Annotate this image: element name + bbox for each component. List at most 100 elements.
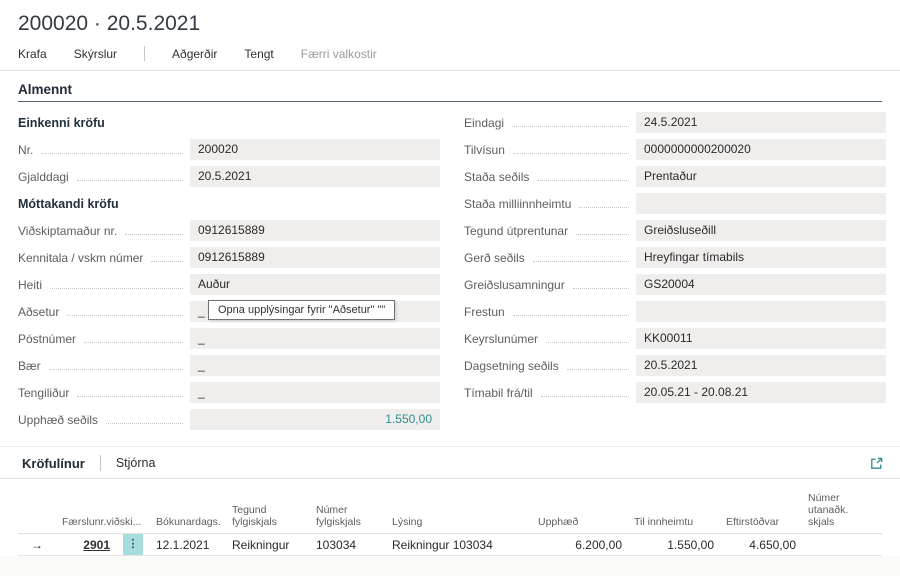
field-label: Staða seðils xyxy=(464,170,529,184)
section-heading-almennt[interactable]: Almennt xyxy=(18,82,882,102)
field-frestun: Frestun xyxy=(464,298,886,325)
greidslusamningur-input[interactable]: GS20004 xyxy=(636,274,886,295)
upphaed-sedils-value[interactable]: 1.550,00 xyxy=(190,409,440,430)
eindagi-input[interactable]: 24.5.2021 xyxy=(636,112,886,133)
field-label: Kennitala / vskm númer xyxy=(18,251,143,265)
dotted-leader xyxy=(49,369,183,370)
keyrslunumer-input[interactable]: KK00011 xyxy=(636,328,886,349)
menu-adgerdir[interactable]: Aðgerðir xyxy=(172,47,217,61)
row-options-icon[interactable]: ⋮ xyxy=(123,534,143,555)
dotted-leader xyxy=(512,126,629,127)
field-label: Tengiliður xyxy=(18,386,69,400)
dotted-leader xyxy=(41,153,183,154)
nr-input[interactable]: 200020 xyxy=(190,139,440,160)
field-label: Tegund útprentunar xyxy=(464,224,568,238)
dotted-leader xyxy=(567,369,629,370)
dotted-leader xyxy=(579,207,629,208)
gerd-sedils-input[interactable]: Hreyfingar tímabils xyxy=(636,247,886,268)
field-upphaed-sedils: Upphæð seðils 1.550,00 xyxy=(18,406,440,433)
field-timabil-fra-til: Tímabil frá/til 20.05.21 - 20.08.21 xyxy=(464,379,886,406)
field-label: Upphæð seðils xyxy=(18,413,98,427)
table-row: → 2901 ⋮ 12.1.2021 Reikningur 103034 Rei… xyxy=(18,534,882,556)
col-numer-fylgiskjals[interactable]: Númer fylgiskjals xyxy=(310,479,386,534)
col-eftirstodvar[interactable]: Eftirstöðvar xyxy=(720,479,802,534)
vidskiptamadur-input[interactable]: 0912615889 xyxy=(190,220,440,241)
dotted-leader xyxy=(537,180,629,181)
field-label: Gerð seðils xyxy=(464,251,525,265)
tilvisun-input[interactable]: 0000000000200020 xyxy=(636,139,886,160)
dotted-leader xyxy=(77,180,183,181)
field-label: Frestun xyxy=(464,305,505,319)
field-label: Greiðslusamningur xyxy=(464,278,565,292)
field-tooltip: Opna upplýsingar fyrir "Aðsetur" "" xyxy=(208,300,395,320)
dotted-leader xyxy=(573,288,629,289)
dotted-leader xyxy=(106,423,183,424)
frestun-input[interactable] xyxy=(636,301,886,322)
field-label: Staða milliinnheimtu xyxy=(464,197,571,211)
col-tegund-fylgiskjals[interactable]: Tegund fylgiskjals xyxy=(226,479,310,534)
col-til-innheimtu[interactable]: Til innheimtu xyxy=(628,479,720,534)
cell-eftirstodvar: 4.650,00 xyxy=(720,534,802,556)
lines-table: Færslunr.viðski... Bókunardags. Tegund f… xyxy=(18,479,882,556)
menu-krafa[interactable]: Krafa xyxy=(18,47,47,61)
field-eindagi: Eindagi 24.5.2021 xyxy=(464,109,886,136)
fields-right-column: Eindagi 24.5.2021 Tilvísun 0000000000200… xyxy=(464,109,886,433)
field-label: Viðskiptamaður nr. xyxy=(18,224,117,238)
gjalddagi-input[interactable]: 20.5.2021 xyxy=(190,166,440,187)
field-kennitala: Kennitala / vskm númer 0912615889 xyxy=(18,244,440,271)
current-row-arrow-icon: → xyxy=(31,538,43,552)
field-heiti: Heiti Auður xyxy=(18,271,440,298)
col-numer-utanadk[interactable]: Númer utanaðk. skjals xyxy=(802,479,882,534)
cell-til-innheimtu: 1.550,00 xyxy=(628,534,720,556)
dagsetning-sedils-input[interactable]: 20.5.2021 xyxy=(636,355,886,376)
postnumer-input[interactable]: _ xyxy=(190,328,440,349)
col-lysing[interactable]: Lýsing xyxy=(386,479,532,534)
field-stada-sedils: Staða seðils Prentaður xyxy=(464,163,886,190)
col-bokunardags[interactable]: Bókunardags. xyxy=(150,479,226,534)
dotted-leader xyxy=(77,396,183,397)
tengilidur-input[interactable]: _ xyxy=(190,382,440,403)
dotted-leader xyxy=(50,288,183,289)
lines-table-header-row: Færslunr.viðski... Bókunardags. Tegund f… xyxy=(18,479,882,534)
col-ferslunr[interactable]: Færslunr.viðski... xyxy=(56,479,116,534)
field-tengilidur: Tengiliður _ xyxy=(18,379,440,406)
field-baer: Bær _ xyxy=(18,352,440,379)
menu-stjorna[interactable]: Stjórna xyxy=(116,456,156,470)
dotted-leader xyxy=(125,234,183,235)
field-tilvisun: Tilvísun 0000000000200020 xyxy=(464,136,886,163)
field-label: Tilvísun xyxy=(464,143,505,157)
dotted-leader xyxy=(546,342,629,343)
field-label: Heiti xyxy=(18,278,42,292)
tegund-utprentunar-input[interactable]: Greiðsluseðill xyxy=(636,220,886,241)
field-label: Gjalddagi xyxy=(18,170,69,184)
col-arrow xyxy=(18,479,56,534)
col-upphaed[interactable]: Upphæð xyxy=(532,479,628,534)
lines-subpage: Kröfulínur Stjórna Færsl xyxy=(0,446,900,576)
expand-lines-button[interactable] xyxy=(869,456,884,471)
dotted-leader xyxy=(576,234,629,235)
page-title: 200020 · 20.5.2021 xyxy=(0,0,900,38)
menu-tengt[interactable]: Tengt xyxy=(244,47,273,61)
tab-krofulinur[interactable]: Kröfulínur xyxy=(22,456,85,471)
timabil-input[interactable]: 20.05.21 - 20.08.21 xyxy=(636,382,886,403)
kennitala-input[interactable]: 0912615889 xyxy=(190,247,440,268)
stada-milliinnheimtu-input[interactable] xyxy=(636,193,886,214)
heiti-input[interactable]: Auður xyxy=(190,274,440,295)
cell-tegund-fylgiskjals: Reikningur xyxy=(226,534,310,556)
expand-icon xyxy=(869,456,884,471)
baer-input[interactable]: _ xyxy=(190,355,440,376)
field-label: Keyrslunúmer xyxy=(464,332,538,346)
group-header-einkenni-krofu: Einkenni kröfu xyxy=(18,109,440,136)
dotted-leader xyxy=(533,261,629,262)
action-bar: Krafa Skýrslur Aðgerðir Tengt Færri valk… xyxy=(0,38,900,71)
menu-skyrslur[interactable]: Skýrslur xyxy=(74,47,117,61)
cell-numer-utanadk xyxy=(802,534,882,556)
lines-header: Kröfulínur Stjórna xyxy=(0,447,900,479)
dotted-leader xyxy=(67,315,183,316)
menu-faerri-valkostir[interactable]: Færri valkostir xyxy=(301,47,377,61)
ferslunr-link[interactable]: 2901 xyxy=(83,538,110,552)
dotted-leader xyxy=(513,153,629,154)
stada-sedils-input[interactable]: Prentaður xyxy=(636,166,886,187)
field-vidskiptamadur-nr: Viðskiptamaður nr. 0912615889 xyxy=(18,217,440,244)
general-fields: Einkenni kröfu Nr. 200020 Gjalddagi 20.5… xyxy=(0,102,900,433)
